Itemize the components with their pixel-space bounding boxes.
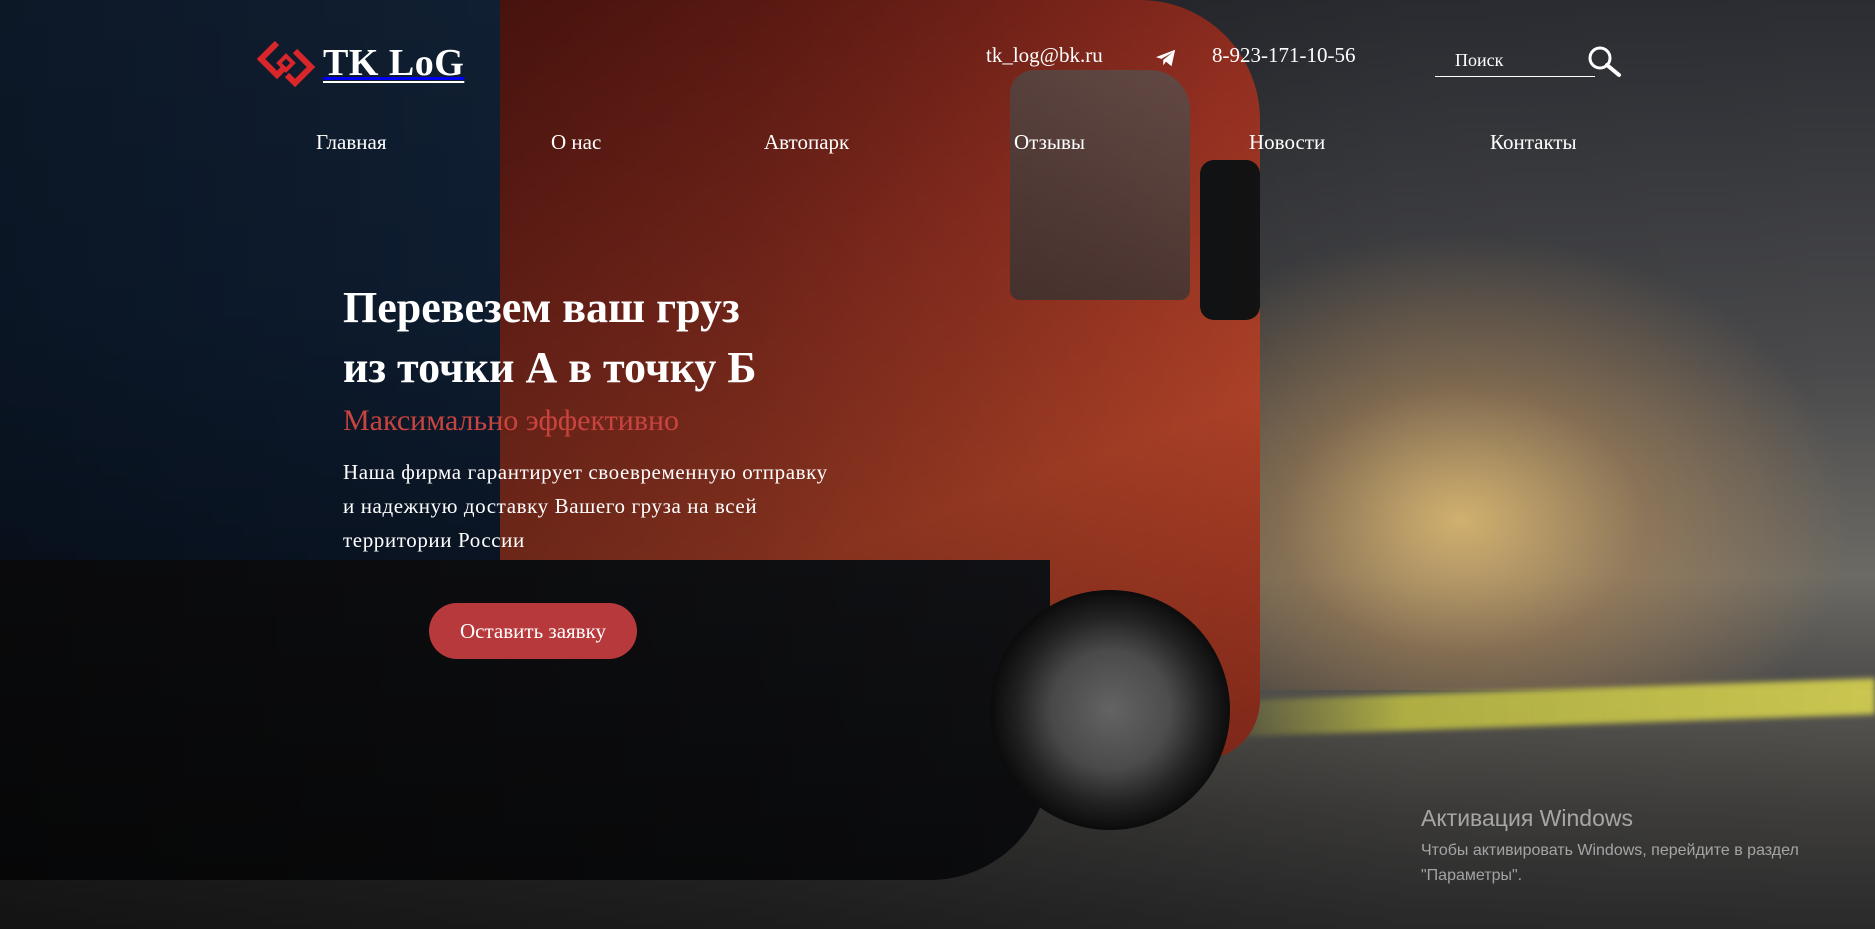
nav-item-fleet[interactable]: Автопарк [764,130,849,155]
logo-link[interactable]: TK LoG [255,38,464,88]
hero-title-line-1: Перевезем ваш груз [343,283,740,332]
logo-text: TK LoG [323,42,465,84]
email-link[interactable]: tk_log@bk.ru [986,43,1103,68]
phone-link[interactable]: 8-923-171-10-56 [1212,43,1355,68]
search-box [1435,44,1595,77]
main-nav: Главная О нас Автопарк Отзывы Новости Ко… [0,130,1875,170]
logo-icon [256,40,316,88]
landing-page: TK LoG tk_log@bk.ru 8-923-171-10-56 Глав… [0,0,1875,929]
nav-item-news[interactable]: Новости [1249,130,1325,155]
nav-item-contacts[interactable]: Контакты [1490,130,1577,155]
hero-title-line-2: из точки А в точку Б [343,343,757,392]
search-input[interactable] [1435,44,1595,74]
hero-subtitle: Максимально эффективно [343,404,680,437]
hero-title: Перевезем ваш груз из точки А в точку Б [343,278,903,398]
nav-item-home[interactable]: Главная [316,130,387,155]
watermark-title: Активация Windows [1421,805,1633,831]
telegram-icon[interactable] [1155,48,1177,68]
windows-activation-watermark: Активация Windows Чтобы активировать Win… [1421,805,1861,888]
leave-request-button[interactable]: Оставить заявку [429,603,637,659]
search-icon[interactable] [1585,44,1623,78]
hero-description: Наша фирма гарантирует своевременную отп… [343,460,828,552]
nav-item-about[interactable]: О нас [551,130,601,155]
nav-item-reviews[interactable]: Отзывы [1014,130,1085,155]
watermark-text: Чтобы активировать Windows, перейдите в … [1421,842,1799,884]
